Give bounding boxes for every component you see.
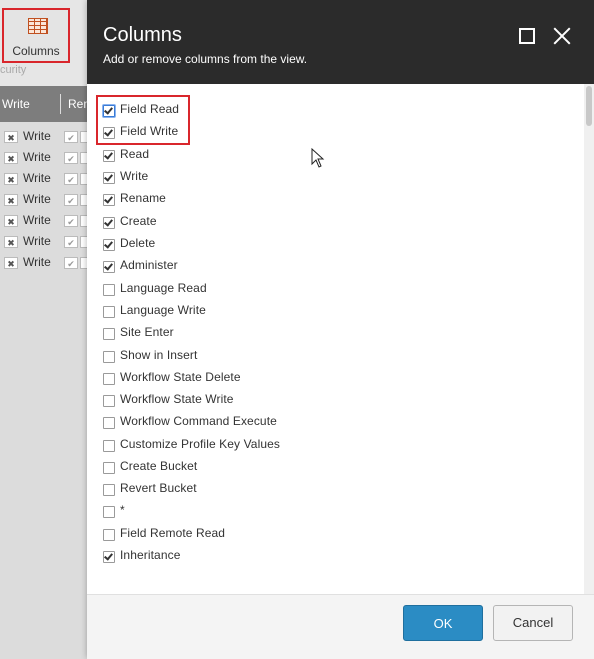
dialog-body: Field Read Field Write Read Write Rename Crea… — [87, 84, 594, 594]
column-option-label: Workflow State Write — [120, 392, 234, 406]
row-write-label: Write — [23, 129, 51, 143]
dialog-subtitle: Add or remove columns from the view. — [103, 52, 308, 66]
allow-icon[interactable]: ✔ — [64, 215, 78, 227]
column-option-label: Read — [120, 147, 150, 161]
dialog-footer: OK Cancel — [87, 594, 594, 659]
column-checkbox[interactable] — [103, 373, 115, 385]
columns-button-label: Columns — [12, 44, 60, 58]
allow-icon[interactable]: ✔ — [64, 152, 78, 164]
column-checkbox[interactable] — [103, 150, 115, 162]
column-checkbox[interactable] — [103, 351, 115, 363]
column-option-label: Customize Profile Key Values — [120, 437, 280, 451]
allow-icon[interactable]: ✔ — [64, 131, 78, 143]
column-checkbox[interactable] — [103, 306, 115, 318]
row-write-label: Write — [23, 213, 51, 227]
allow-icon[interactable]: ✔ — [64, 257, 78, 269]
mouse-cursor-icon — [311, 148, 325, 168]
column-checkbox[interactable] — [103, 551, 115, 563]
column-checkbox[interactable] — [103, 194, 115, 206]
dialog-header: Columns Add or remove columns from the v… — [87, 0, 594, 84]
dialog-scrollbar[interactable] — [584, 84, 594, 594]
columns-grid-icon — [28, 18, 48, 34]
row-write-label: Write — [23, 171, 51, 185]
header-separator — [60, 94, 61, 114]
column-checkbox[interactable] — [103, 395, 115, 407]
column-checkbox[interactable] — [103, 217, 115, 229]
deny-icon[interactable]: ✖ — [4, 215, 18, 227]
column-option-label: Create — [120, 214, 157, 228]
column-checkbox[interactable] — [103, 506, 115, 518]
column-option-label: Field Write — [120, 124, 179, 138]
column-checkbox[interactable] — [103, 127, 115, 139]
column-option-label: Language Write — [120, 303, 206, 317]
security-label: curity — [0, 64, 27, 76]
ok-button[interactable]: OK — [403, 605, 483, 641]
deny-icon[interactable]: ✖ — [4, 236, 18, 248]
allow-icon[interactable]: ✔ — [64, 194, 78, 206]
column-checkbox[interactable] — [103, 462, 115, 474]
column-option-label: Language Read — [120, 281, 207, 295]
cancel-button[interactable]: Cancel — [493, 605, 573, 641]
column-option-label: Workflow State Delete — [120, 370, 241, 384]
column-checkbox[interactable] — [103, 484, 115, 496]
column-option-label: Workflow Command Execute — [120, 414, 277, 428]
column-option-label: Field Read — [120, 102, 180, 116]
header-write[interactable]: Write — [2, 97, 30, 111]
row-write-label: Write — [23, 150, 51, 164]
column-checkbox[interactable] — [103, 417, 115, 429]
allow-icon[interactable]: ✔ — [64, 236, 78, 248]
column-option-label: Create Bucket — [120, 459, 198, 473]
column-checkbox[interactable] — [103, 172, 115, 184]
column-option-label: Rename — [120, 191, 166, 205]
column-option-label: Field Remote Read — [120, 526, 226, 540]
column-option-label: Site Enter — [120, 325, 174, 339]
column-checkbox[interactable] — [103, 440, 115, 452]
column-option-label: Delete — [120, 236, 156, 250]
maximize-icon[interactable] — [519, 28, 535, 44]
row-write-label: Write — [23, 234, 51, 248]
deny-icon[interactable]: ✖ — [4, 152, 18, 164]
columns-dialog: Columns Add or remove columns from the v… — [87, 0, 594, 659]
column-option-label: Administer — [120, 258, 178, 272]
column-option-label: Write — [120, 169, 149, 183]
column-checkbox[interactable] — [103, 529, 115, 541]
column-option-label: Revert Bucket — [120, 481, 197, 495]
column-option-label: Inheritance — [120, 548, 181, 562]
row-write-label: Write — [23, 255, 51, 269]
deny-icon[interactable]: ✖ — [4, 257, 18, 269]
column-checkbox[interactable] — [103, 105, 115, 117]
dialog-title: Columns — [103, 24, 182, 46]
close-icon[interactable] — [552, 26, 572, 46]
column-checkbox[interactable] — [103, 328, 115, 340]
deny-icon[interactable]: ✖ — [4, 131, 18, 143]
column-checkbox[interactable] — [103, 261, 115, 273]
columns-toolbar-button[interactable]: Columns — [2, 8, 70, 63]
scrollbar-thumb[interactable] — [586, 86, 592, 126]
column-option-label: Show in Insert — [120, 348, 198, 362]
deny-icon[interactable]: ✖ — [4, 194, 18, 206]
row-write-label: Write — [23, 192, 51, 206]
column-checkbox[interactable] — [103, 239, 115, 251]
column-checkbox[interactable] — [103, 284, 115, 296]
deny-icon[interactable]: ✖ — [4, 173, 18, 185]
column-option-label: * — [120, 503, 125, 517]
allow-icon[interactable]: ✔ — [64, 173, 78, 185]
